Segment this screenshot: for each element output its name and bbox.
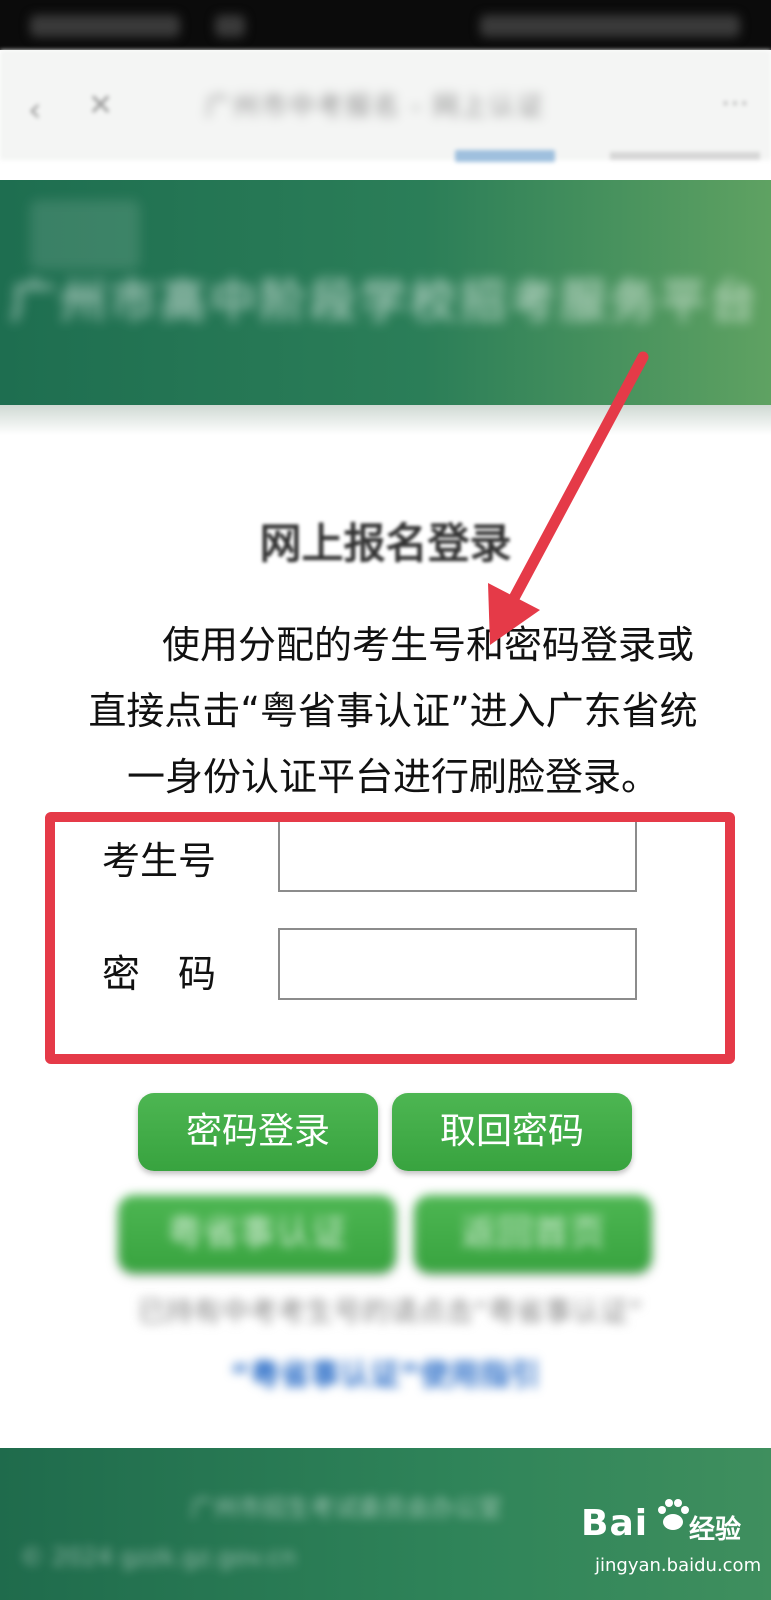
instruction-line-1: 使用分配的考生号和密码登录或 [161, 623, 694, 667]
browser-page-title: 广州市中考报名 - 网上认证 [205, 92, 545, 122]
watermark-jingyan: 经验 [689, 1515, 742, 1545]
more-menu-icon[interactable]: ⋯ [721, 86, 749, 119]
yueshengshi-auth-button[interactable]: 粤省事认证 [118, 1195, 396, 1273]
watermark-domain: jingyan.baidu.com [595, 1555, 762, 1576]
footer-line-2: © 2024 gzzk.gz.gov.cn [20, 1543, 297, 1571]
form-highlight-annotation [45, 812, 735, 1064]
back-arrow-icon[interactable]: ‹ [28, 90, 42, 130]
baidu-jingyan-watermark: Bai 经验 jingyan.baidu.com [581, 1495, 761, 1585]
footer-line-1: 广州市招生考试委员会办公室 [190, 1494, 502, 1522]
auth-notice-text: 已持有中考考生号的请点击“粤省事认证” [137, 1295, 643, 1328]
login-title: 网上报名登录 [259, 519, 512, 568]
retrieve-password-button[interactable]: 取回密码 [392, 1093, 632, 1171]
browser-toolbar: ‹ ✕ 广州市中考报名 - 网上认证 ⋯ [0, 50, 771, 162]
paw-icon [658, 1499, 689, 1530]
instruction-line-2: 直接点击“粤省事认证”进入广东省统 [88, 689, 698, 733]
status-bar [0, 0, 771, 50]
banner-title: 广州市高中阶段学校招考服务平台 [10, 274, 760, 328]
auth-guide-link[interactable]: “粤省事认证”使用指引 [200, 1350, 570, 1394]
login-instructions: 使用分配的考生号和密码登录或 直接点击“粤省事认证”进入广东省统 一身份认证平台… [48, 612, 738, 810]
banner-shadow [0, 405, 771, 435]
password-login-button[interactable]: 密码登录 [138, 1093, 378, 1171]
banner-emblem [30, 200, 140, 270]
watermark-brand: Bai [581, 1503, 649, 1544]
top-nav-chip-2 [610, 152, 760, 160]
status-app-icon [215, 15, 245, 37]
close-icon[interactable]: ✕ [88, 88, 113, 123]
site-banner: 广州市高中阶段学校招考服务平台 [0, 180, 771, 420]
instruction-line-3: 一身份认证平台进行刷脸登录。 [126, 755, 659, 799]
status-left-info [30, 15, 180, 37]
status-right-info [480, 15, 740, 37]
back-home-button[interactable]: 返回首页 [414, 1195, 652, 1273]
top-nav-chip[interactable] [455, 150, 555, 162]
